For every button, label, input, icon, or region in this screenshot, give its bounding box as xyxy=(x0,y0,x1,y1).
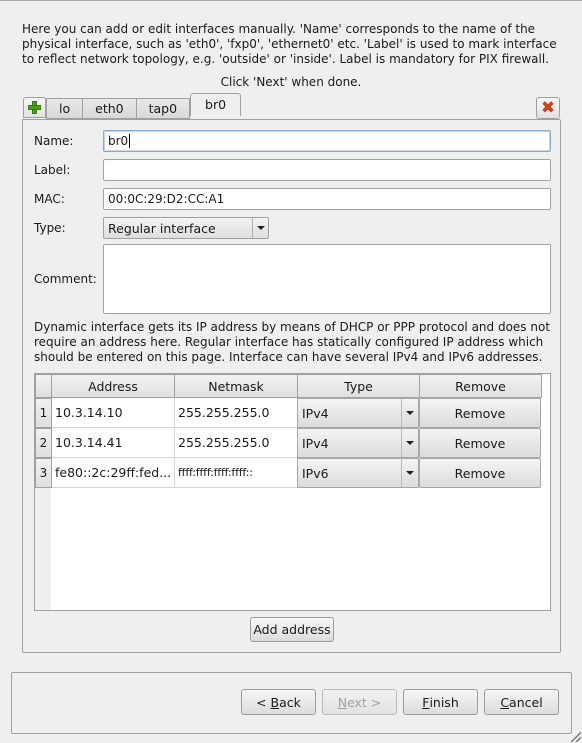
remove-interface-tab-button[interactable]: ✖ xyxy=(536,97,560,119)
name-label: Name: xyxy=(34,134,74,148)
netmask-cell[interactable]: ffff:ffff:ffff:ffff:: xyxy=(175,458,298,488)
finish-rest: inish xyxy=(429,694,459,710)
netmask-cell[interactable]: 255.255.255.0 xyxy=(175,398,298,428)
add-address-button[interactable]: Add address xyxy=(250,617,334,642)
table-corner[interactable] xyxy=(35,374,52,398)
chevron-down-icon xyxy=(256,226,265,230)
tab-eth0[interactable]: eth0 xyxy=(83,98,137,119)
dropdown-arrow-box xyxy=(401,429,418,457)
interface-type-select[interactable]: Regular interface xyxy=(103,217,269,239)
comment-label: Comment: xyxy=(34,272,97,286)
address-table: Address Netmask Type Remove 1 10.3.14.10… xyxy=(34,373,551,611)
address-cell[interactable]: fe80::2c:29ff:fed... xyxy=(52,458,175,488)
address-type-value: IPv4 xyxy=(302,435,329,451)
label-label: Label: xyxy=(34,163,71,177)
column-header-type[interactable]: Type xyxy=(297,374,420,398)
cancel-rest: ancel xyxy=(509,694,543,710)
chevron-down-icon xyxy=(406,441,414,445)
finish-mnemonic: F xyxy=(422,694,430,710)
dropdown-arrow-box xyxy=(401,399,418,427)
column-header-address[interactable]: Address xyxy=(51,374,175,398)
close-icon: ✖ xyxy=(540,97,556,118)
tab-br0[interactable]: br0 xyxy=(190,93,242,116)
address-cell[interactable]: 10.3.14.41 xyxy=(52,428,175,458)
address-type-select[interactable]: IPv6 xyxy=(297,458,419,488)
next-mnemonic: N xyxy=(337,694,348,710)
back-mnemonic: B xyxy=(270,694,280,710)
cancel-mnemonic: C xyxy=(500,694,510,710)
add-interface-tab-button[interactable] xyxy=(23,97,46,118)
address-type-select[interactable]: IPv4 xyxy=(297,428,419,458)
mac-value: 00:0C:29:D2:CC:A1 xyxy=(108,192,225,206)
interface-panel: Name: br0 Label: MAC: 00:0C:29:D2:CC:A1 … xyxy=(22,119,561,653)
remove-address-button[interactable]: Remove xyxy=(419,398,541,428)
plus-icon xyxy=(28,101,41,114)
remove-address-button[interactable]: Remove xyxy=(419,428,541,458)
tab-label: lo xyxy=(59,101,71,116)
dropdown-arrow-box xyxy=(401,459,418,487)
name-input[interactable]: br0 xyxy=(103,130,551,152)
row-number[interactable]: 3 xyxy=(35,458,52,488)
address-type-value: IPv6 xyxy=(302,465,329,481)
cancel-button[interactable]: Cancel xyxy=(484,689,559,715)
resize-grip[interactable] xyxy=(571,732,581,742)
interface-type-value: Regular interface xyxy=(108,220,216,236)
address-cell[interactable]: 10.3.14.10 xyxy=(52,398,175,428)
back-button[interactable]: < Back xyxy=(241,689,316,715)
row-number[interactable]: 1 xyxy=(35,398,52,428)
label-input[interactable] xyxy=(103,159,551,181)
chevron-down-icon xyxy=(406,411,414,415)
column-header-netmask[interactable]: Netmask xyxy=(174,374,298,398)
interface-tabs: lo eth0 tap0 br0 xyxy=(46,93,242,119)
dynamic-interface-note: Dynamic interface gets its IP address by… xyxy=(34,320,551,364)
row-number[interactable]: 2 xyxy=(35,428,52,458)
back-prefix: < xyxy=(256,694,271,710)
tab-label: tap0 xyxy=(148,101,178,116)
chevron-down-icon xyxy=(406,471,414,475)
intro-text: Here you can add or edit interfaces manu… xyxy=(22,22,557,66)
text-caret xyxy=(129,134,131,148)
comment-textarea[interactable] xyxy=(103,244,551,314)
tab-lo[interactable]: lo xyxy=(46,98,84,119)
address-type-select[interactable]: IPv4 xyxy=(297,398,419,428)
next-button[interactable]: Next > xyxy=(322,689,397,715)
type-label: Type: xyxy=(34,221,66,235)
tab-label: br0 xyxy=(205,96,227,112)
mac-label: MAC: xyxy=(34,192,65,206)
address-type-value: IPv4 xyxy=(302,405,329,421)
window-top-border xyxy=(0,0,582,1)
netmask-cell[interactable]: 255.255.255.0 xyxy=(175,428,298,458)
tab-label: eth0 xyxy=(95,101,124,116)
dropdown-arrow-box xyxy=(252,218,268,238)
name-value: br0 xyxy=(108,134,129,148)
finish-button[interactable]: Finish xyxy=(403,689,478,715)
tab-tap0[interactable]: tap0 xyxy=(136,98,191,119)
column-header-remove[interactable]: Remove xyxy=(419,374,542,398)
click-next-hint: Click 'Next' when done. xyxy=(220,75,362,89)
remove-address-button[interactable]: Remove xyxy=(419,458,541,488)
next-rest: ext > xyxy=(347,694,382,710)
mac-input[interactable]: 00:0C:29:D2:CC:A1 xyxy=(103,188,551,210)
back-rest: ack xyxy=(279,694,301,710)
